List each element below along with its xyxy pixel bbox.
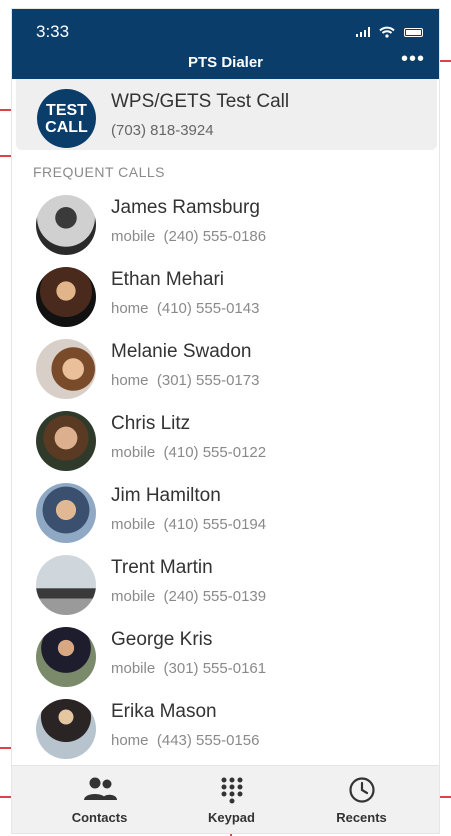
contact-item[interactable]: Trent Martin mobile (240) 555-0139 [12, 555, 439, 627]
contact-item[interactable]: James Ramsburg mobile (240) 555-0186 [12, 195, 439, 267]
contact-item[interactable]: Erika Mason home (443) 555-0156 [12, 699, 439, 771]
contact-phone: (301) 555-0161 [163, 660, 267, 677]
contact-phone-type: home [111, 732, 149, 749]
contact-phone: (301) 555-0173 [156, 372, 260, 389]
contact-detail: mobile (410) 555-0194 [111, 516, 266, 533]
phone-screen: 3:33 PTS Dialer ••• TEST CALL WPS/GETS T… [11, 8, 440, 834]
contact-name: Erika Mason [111, 701, 217, 722]
status-icons [356, 26, 423, 38]
page-title: PTS Dialer [187, 54, 264, 71]
wifi-icon [379, 26, 395, 38]
contact-phone: (410) 555-0122 [163, 444, 267, 461]
contact-name: Trent Martin [111, 557, 213, 578]
contact-phone: (240) 555-0186 [163, 228, 267, 245]
signal-icon [356, 27, 370, 37]
test-call-avatar-line2: CALL [45, 119, 88, 136]
contact-item[interactable]: Melanie Swadon home (301) 555-0173 [12, 339, 439, 411]
contact-phone-type: mobile [111, 660, 156, 677]
battery-icon [404, 27, 423, 37]
contact-avatar [36, 195, 96, 255]
contact-avatar [36, 483, 96, 543]
keypad-icon [221, 777, 242, 804]
contact-phone-type: home [111, 372, 149, 389]
contact-phone: (240) 555-0139 [163, 588, 267, 605]
test-call-item[interactable]: TEST CALL WPS/GETS Test Call (703) 818-3… [16, 79, 437, 150]
contact-phone-type: home [111, 300, 149, 317]
contact-avatar [36, 267, 96, 327]
tab-keypad[interactable]: Keypad [160, 766, 303, 833]
callout-line-test-call-bottom [0, 155, 11, 157]
contact-avatar [36, 699, 96, 759]
contact-phone-type: mobile [111, 516, 156, 533]
contact-phone: (443) 555-0156 [156, 732, 260, 749]
callout-line-test-call-top [0, 109, 11, 111]
contact-detail: home (410) 555-0143 [111, 300, 259, 317]
contact-name: James Ramsburg [111, 197, 260, 218]
contact-item[interactable]: Jim Hamilton mobile (410) 555-0194 [12, 483, 439, 555]
contact-phone-type: mobile [111, 444, 156, 461]
contact-item[interactable]: Ethan Mehari home (410) 555-0143 [12, 267, 439, 339]
contact-phone: (410) 555-0194 [163, 516, 267, 533]
test-call-name: WPS/GETS Test Call [111, 91, 290, 112]
contact-avatar [36, 555, 96, 615]
contact-item[interactable]: Chris Litz mobile (410) 555-0122 [12, 411, 439, 483]
contact-name: George Kris [111, 629, 213, 650]
callout-line-list-bottom [0, 747, 11, 749]
more-options-button[interactable]: ••• [401, 49, 425, 69]
tab-contacts[interactable]: Contacts [28, 766, 171, 833]
clock-icon [348, 777, 375, 803]
contact-detail: mobile (240) 555-0139 [111, 588, 266, 605]
contact-phone-type: mobile [111, 588, 156, 605]
contact-detail: mobile (240) 555-0186 [111, 228, 266, 245]
contact-detail: mobile (301) 555-0161 [111, 660, 266, 677]
app-header: 3:33 PTS Dialer ••• [12, 9, 439, 79]
contact-name: Jim Hamilton [111, 485, 221, 506]
test-call-avatar: TEST CALL [37, 89, 96, 148]
contact-avatar [36, 411, 96, 471]
tab-recents[interactable]: Recents [290, 766, 433, 833]
contact-name: Ethan Mehari [111, 269, 225, 290]
contact-avatar [36, 339, 96, 399]
contact-item[interactable]: George Kris mobile (301) 555-0161 [12, 627, 439, 699]
contact-name: Melanie Swadon [111, 341, 252, 362]
tab-bar: Contacts Keypad Recents [12, 765, 439, 833]
tab-label: Keypad [208, 810, 255, 825]
tab-label: Contacts [71, 810, 128, 825]
contact-name: Chris Litz [111, 413, 191, 434]
contact-detail: home (301) 555-0173 [111, 372, 259, 389]
callout-line-more [440, 60, 451, 62]
tab-label: Recents [336, 810, 387, 825]
frequent-calls-header: FREQUENT CALLS [33, 164, 165, 180]
test-call-phone: (703) 818-3924 [111, 122, 214, 139]
contacts-icon [83, 777, 117, 800]
test-call-avatar-line1: TEST [46, 102, 87, 119]
contact-phone-type: mobile [111, 228, 156, 245]
contact-detail: home (443) 555-0156 [111, 732, 259, 749]
contact-detail: mobile (410) 555-0122 [111, 444, 266, 461]
contact-phone: (410) 555-0143 [156, 300, 260, 317]
contact-avatar [36, 627, 96, 687]
status-time: 3:33 [36, 22, 70, 41]
